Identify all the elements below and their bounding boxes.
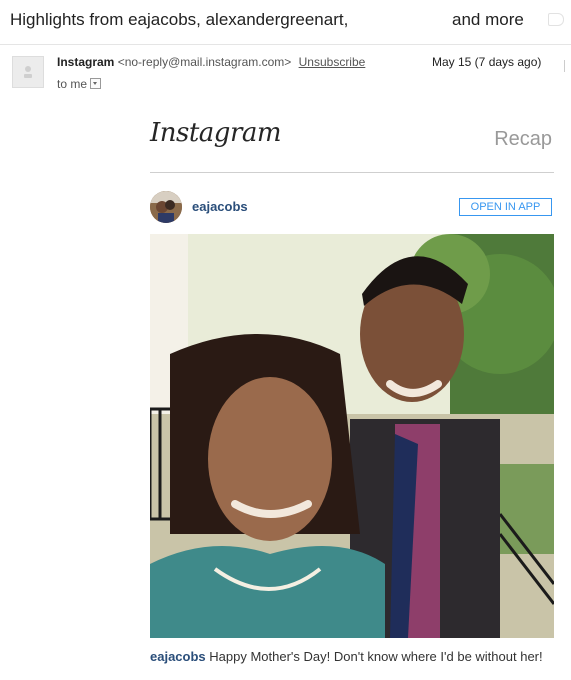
selfie-photo-icon — [150, 234, 554, 638]
email-subject: Highlights from eajacobs, alexandergreen… — [10, 10, 349, 29]
sender-avatar[interactable] — [12, 56, 44, 88]
post-username[interactable]: eajacobs — [192, 199, 248, 214]
label-tag-icon[interactable] — [548, 13, 564, 26]
sender-address: <no-reply@mail.instagram.com> — [117, 55, 292, 69]
sender-line: Instagram <no-reply@mail.instagram.com> … — [57, 55, 365, 69]
post-photo[interactable] — [150, 234, 554, 638]
recipient-line: to me — [57, 77, 102, 91]
post-header: eajacobs OPEN IN APP — [150, 189, 554, 225]
open-in-app-button[interactable]: OPEN IN APP — [459, 198, 552, 216]
recap-title: Recap — [494, 128, 552, 150]
sender-row: Instagram <no-reply@mail.instagram.com> … — [0, 44, 571, 100]
avatar-photo-icon — [150, 191, 182, 223]
caption-username[interactable]: eajacobs — [150, 649, 206, 664]
sender-name[interactable]: Instagram — [57, 55, 114, 69]
user-avatar[interactable] — [150, 191, 182, 223]
email-subject-bar: Highlights from eajacobs, alexandergreen… — [0, 0, 571, 45]
reply-icon[interactable] — [564, 60, 570, 72]
email-date: May 15 (7 days ago) — [432, 55, 542, 69]
instagram-logo[interactable]: Instagram — [150, 118, 282, 148]
recipient-details-dropdown-icon[interactable] — [90, 78, 102, 89]
caption-text: Happy Mother's Day! Don't know where I'd… — [209, 649, 543, 664]
recipient-label: to me — [57, 77, 88, 91]
person-icon — [24, 66, 32, 78]
post-caption: eajacobs Happy Mother's Day! Don't know … — [150, 648, 554, 666]
unsubscribe-link[interactable]: Unsubscribe — [299, 55, 366, 69]
brand-header: Instagram Recap — [150, 112, 554, 173]
email-subject-more: and more — [452, 10, 524, 29]
